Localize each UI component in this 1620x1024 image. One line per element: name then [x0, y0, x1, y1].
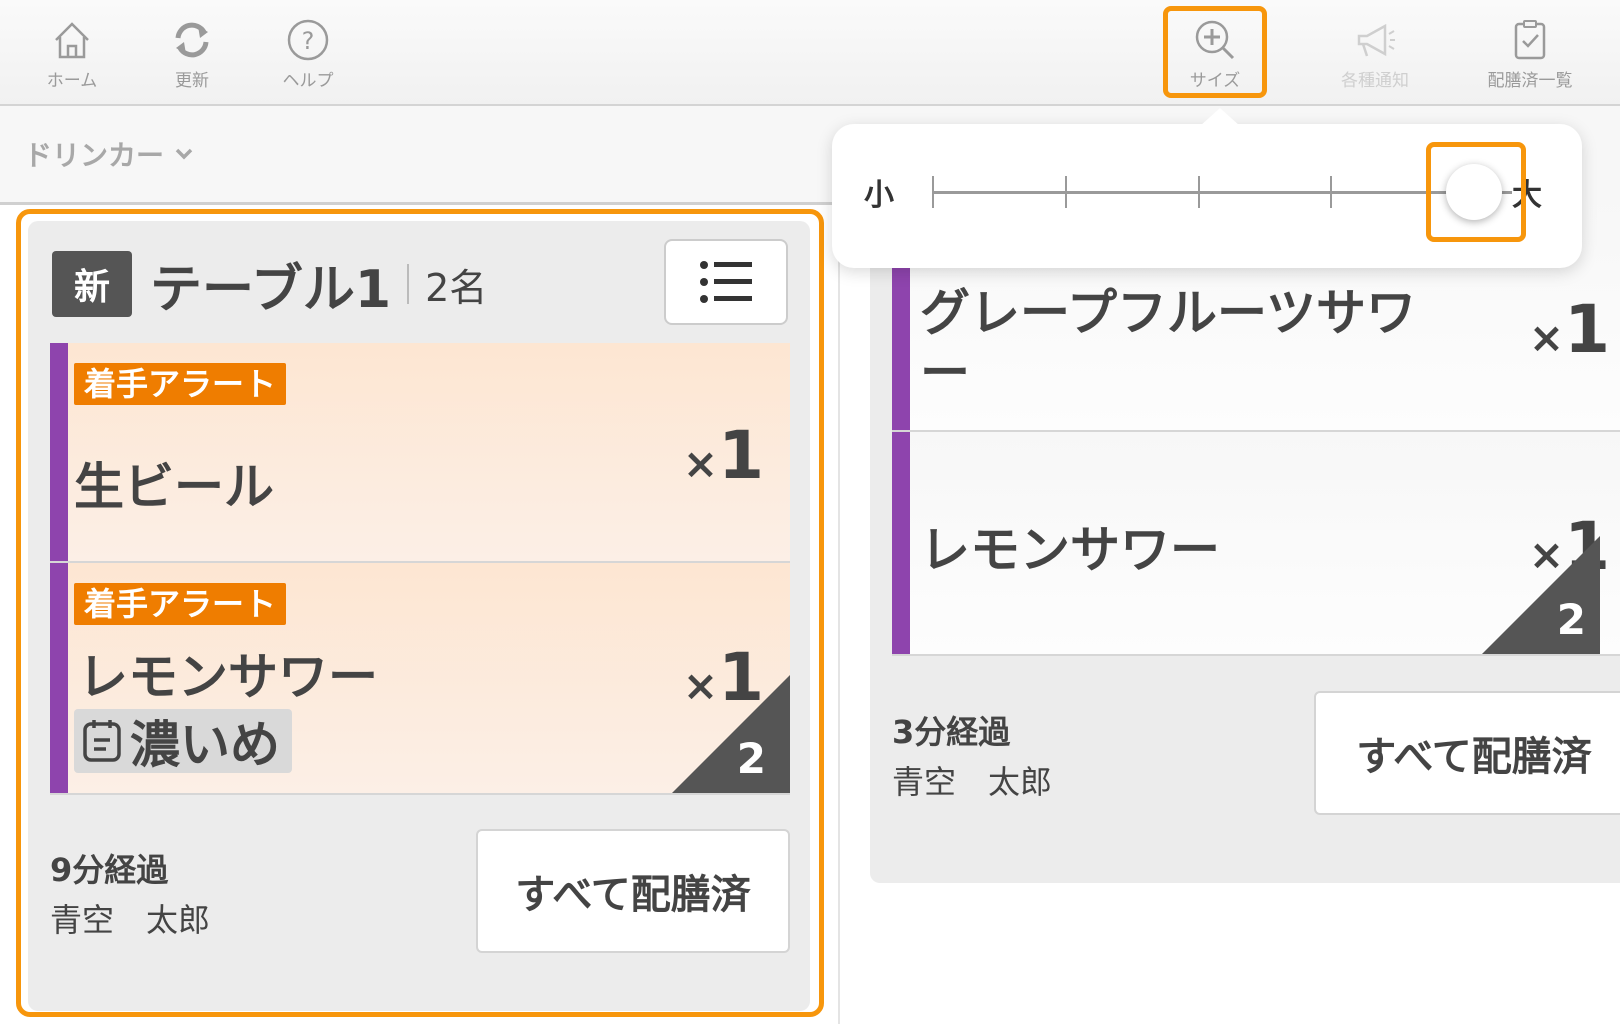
notifications-button[interactable]: 各種通知 — [1325, 18, 1425, 91]
top-toolbar: ホーム 更新 ? ヘルプ サイズ 各種通知 配膳済一覧 — [0, 0, 1620, 106]
item-quantity: ×1 — [1528, 291, 1610, 368]
refresh-button[interactable]: 更新 — [142, 18, 242, 91]
item-category-bar — [892, 432, 910, 654]
help-icon: ? — [287, 19, 329, 61]
help-button[interactable]: ? ヘルプ — [258, 18, 358, 91]
serve-all-button[interactable]: すべて配膳済 — [1314, 691, 1620, 815]
chevron-down-icon — [175, 148, 193, 160]
size-slider-track[interactable] — [932, 191, 1512, 194]
order-item[interactable]: レモンサワー ×1 2 — [892, 432, 1620, 656]
popup-arrow — [1200, 108, 1240, 126]
size-popup: 小 大 — [832, 124, 1582, 268]
slider-tick — [932, 176, 934, 208]
notifications-label: 各種通知 — [1341, 71, 1409, 91]
orders-area: 新 テーブル1 2名 着手アラート 生ビール ×1 着手アラート レモンサワー … — [0, 195, 1620, 1024]
elapsed-time: 3分経過 — [892, 713, 1011, 751]
order-card-highlight — [16, 209, 824, 1017]
item-name: レモンサワー — [920, 521, 1220, 579]
megaphone-icon — [1357, 23, 1395, 57]
served-list-button[interactable]: 配膳済一覧 — [1480, 18, 1580, 91]
size-small-label: 小 — [864, 178, 894, 213]
column-divider — [838, 205, 840, 1024]
staff-name: 青空 太郎 — [892, 763, 1053, 801]
clipboard-check-icon — [1514, 20, 1546, 60]
home-button[interactable]: ホーム — [22, 18, 122, 91]
svg-text:?: ? — [302, 27, 315, 55]
department-label: ドリンカー — [24, 139, 165, 172]
refresh-icon — [175, 22, 209, 58]
help-label: ヘルプ — [282, 71, 334, 91]
refresh-label: 更新 — [175, 71, 209, 91]
size-button-highlight — [1163, 6, 1267, 98]
home-icon — [55, 22, 89, 59]
item-name: グレープフルーツサワ ー — [920, 284, 1416, 402]
slider-tick — [1198, 176, 1200, 208]
served-list-label: 配膳済一覧 — [1487, 71, 1573, 91]
slider-tick — [1330, 176, 1332, 208]
slider-thumb-highlight — [1426, 142, 1526, 242]
department-selector[interactable]: ドリンカー — [24, 134, 194, 174]
slider-tick — [1065, 176, 1067, 208]
order-card: グレープフルーツサワ ー ×1 レモンサワー ×1 2 3分経過 青空 太郎 す… — [870, 195, 1620, 883]
home-label: ホーム — [46, 71, 98, 91]
count-corner-number: 2 — [1556, 595, 1586, 644]
